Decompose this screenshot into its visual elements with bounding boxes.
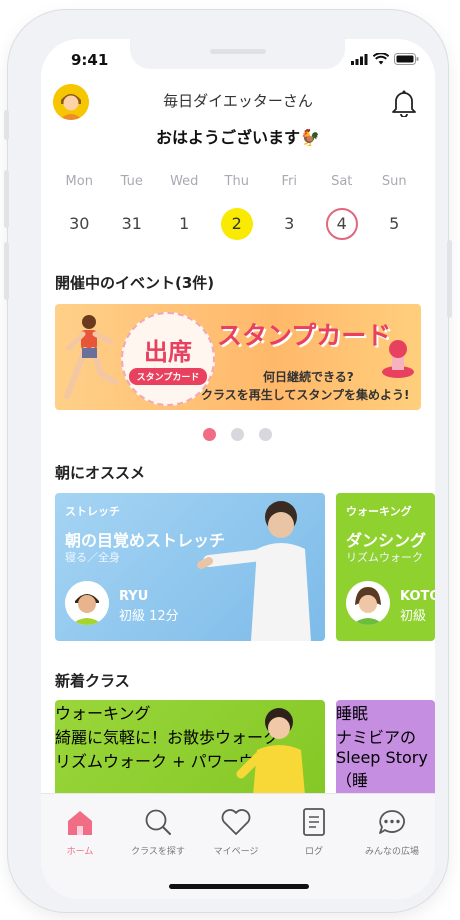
notification-bell-icon[interactable] (391, 89, 417, 121)
instructor-name: KOTO (400, 589, 435, 604)
day-column-wed[interactable]: Wed 1 (158, 174, 211, 240)
banner-line2: クラスを再生してスタンプを集めよう! (201, 388, 410, 402)
battery-icon (394, 53, 419, 65)
status-time: 9:41 (71, 51, 109, 69)
class-level-duration: 初級 (400, 609, 427, 624)
day-column-mon[interactable]: Mon 30 (53, 174, 106, 240)
speaker-grille (210, 49, 266, 54)
day-number: 5 (389, 214, 400, 233)
greeting: おはようございます🐓 (156, 128, 320, 147)
card-category: 睡眠 (336, 704, 369, 723)
banner-headline: スタンプカード (217, 321, 392, 350)
carousel-dots (203, 428, 272, 441)
class-level-duration: 初級 12分 (119, 609, 179, 624)
phone-frame: 9:41 毎日ダイエッターさん おはようございます🐓 Mon 30 Tue 31 W… (4, 10, 452, 912)
badge-main-text: 出席 (144, 338, 192, 366)
today-marker: 2 (220, 208, 253, 240)
day-column-tue[interactable]: Tue 31 (106, 174, 159, 240)
instructor-avatar (346, 581, 390, 625)
stamp-icon (382, 340, 414, 378)
tab-search-classes[interactable]: クラスを探す (119, 808, 197, 857)
signal-icon (351, 53, 368, 65)
event-banner-stamp-card[interactable]: 出席 スタンプカード スタンプカード 何日継続できる? クラスを再生してスタンプ… (55, 304, 421, 410)
volume-up-button (4, 170, 9, 228)
volume-down-button (4, 242, 9, 300)
tab-label: ログ (304, 847, 323, 857)
chat-icon (379, 810, 405, 834)
home-indicator (169, 884, 309, 889)
day-column-fri[interactable]: Fri 3 (263, 174, 316, 240)
log-icon (303, 808, 325, 836)
tab-label: ホーム (66, 847, 94, 857)
day-number: 31 (121, 214, 142, 233)
day-name: Tue (120, 174, 143, 189)
mute-switch (4, 110, 9, 140)
power-button (447, 240, 452, 318)
walking-instructor-photo (236, 708, 305, 795)
tab-log[interactable]: ログ (275, 808, 353, 857)
class-card-dancing-walk[interactable]: ウォーキング ダンシング リズムウォーク KOTO 初級 (336, 493, 435, 641)
day-column-thu[interactable]: Thu 2 (211, 174, 264, 240)
runner-illustration (64, 315, 118, 399)
day-number: 3 (284, 214, 295, 233)
carousel-dot-active[interactable] (203, 428, 216, 441)
stretch-instructor-photo (197, 501, 311, 641)
week-calendar: Mon 30 Tue 31 Wed 1 Thu 2 Fri 3 Sat 4 Sun 5 (53, 174, 433, 240)
heart-icon (221, 809, 251, 835)
tab-community[interactable]: みんなの広場 (353, 808, 431, 857)
card-title: 朝の目覚めストレッチ (65, 531, 226, 550)
instructor-avatar (65, 581, 109, 625)
day-name: Mon (65, 174, 93, 189)
instructor-name: RYU (119, 589, 149, 604)
badge-sub-text: スタンプカード (129, 368, 207, 385)
card-subtitle: 寝る／全身 (65, 551, 120, 564)
day-column-sat[interactable]: Sat 4 (316, 174, 369, 240)
events-section-title: 開催中のイベント(3件) (55, 274, 215, 292)
carousel-dot[interactable] (231, 428, 244, 441)
morning-section-title: 朝にオススメ (55, 464, 146, 482)
tab-label: マイページ (213, 847, 259, 857)
wifi-icon (373, 53, 389, 65)
selected-day-marker: 4 (325, 208, 358, 240)
day-number: 30 (69, 214, 90, 233)
card-category: ストレッチ (65, 505, 120, 518)
tab-label: みんなの広場 (364, 847, 419, 857)
tab-my-page[interactable]: マイページ (197, 808, 275, 857)
app-screen: 9:41 毎日ダイエッターさん おはようございます🐓 Mon 30 Tue 31 W… (41, 39, 435, 899)
notch (130, 39, 345, 69)
card-category: ウォーキング (346, 505, 412, 518)
tab-home[interactable]: ホーム (41, 808, 119, 857)
home-icon (68, 811, 92, 835)
card-subtitle: リズムウォーク (346, 551, 423, 564)
day-name: Sat (331, 174, 353, 189)
banner-line1: 何日継続できる? (263, 370, 354, 384)
carousel-dot[interactable] (259, 428, 272, 441)
class-card-sleep[interactable]: 睡眠 ナミビアの Sleep Story（睡 (336, 700, 435, 795)
status-icons (351, 53, 419, 65)
class-card-morning-stretch[interactable]: ストレッチ 朝の目覚めストレッチ 寝る／全身 RYU 初級 12分 (55, 493, 325, 641)
tab-label: クラスを探す (131, 847, 185, 857)
day-name: Thu (224, 174, 249, 189)
username: 毎日ダイエッターさん (163, 92, 313, 110)
card-subtitle: Sleep Story（睡 (336, 748, 428, 790)
day-number: 1 (179, 214, 190, 233)
day-name: Wed (170, 174, 199, 189)
class-card-walk[interactable]: ウォーキング 綺麗に気軽に！お散歩ウォーク リズムウォーク + パワーウォーク (55, 700, 325, 795)
day-name: Sun (381, 174, 407, 189)
search-icon (145, 809, 171, 835)
day-name: Fri (281, 174, 298, 189)
day-column-sun[interactable]: Sun 5 (368, 174, 421, 240)
new-classes-section-title: 新着クラス (55, 672, 130, 690)
card-title: ダンシング (346, 531, 427, 550)
card-title: ナミビアの (336, 728, 417, 747)
